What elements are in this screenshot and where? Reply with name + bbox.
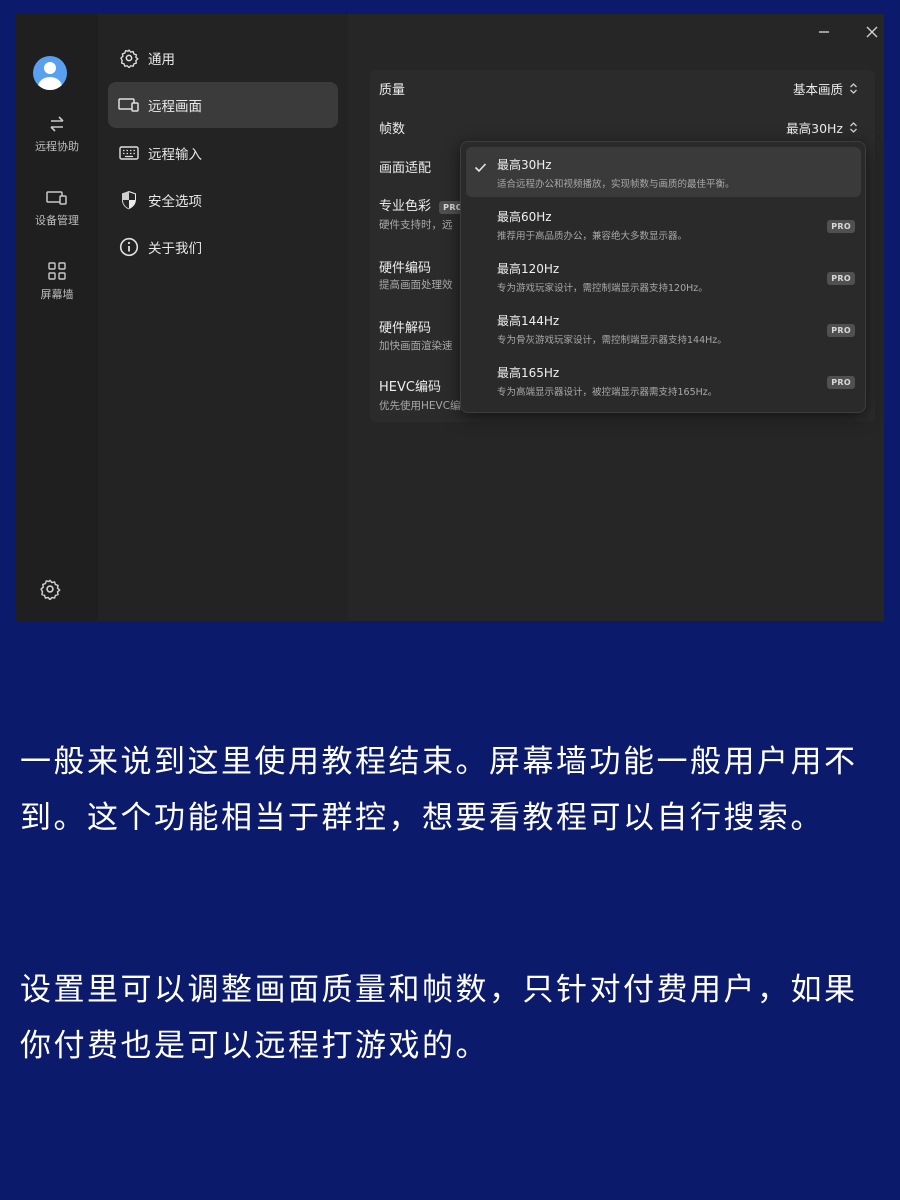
rail-item-screen-wall[interactable]: 屏幕墙 <box>16 262 98 302</box>
option-title: 最高30Hz <box>497 158 552 172</box>
chevron-updown-icon <box>850 83 857 94</box>
hw-decode-label: 硬件解码 <box>379 321 432 336</box>
chevron-updown-icon <box>850 122 857 133</box>
fps-option-30hz[interactable]: 最高30Hz 适合远程办公和视频播放，实现帧数与画质的最佳平衡。 <box>466 147 861 197</box>
avatar-head <box>44 62 56 74</box>
fps-option-120hz[interactable]: 最高120Hz 专为游戏玩家设计，需控制端显示器支持120Hz。 PRO <box>466 251 861 301</box>
option-desc: 专为游戏玩家设计，需控制端显示器支持120Hz。 <box>497 283 708 294</box>
fps-option-165hz[interactable]: 最高165Hz 专为高端显示器设计，被控端显示器需支持165Hz。 PRO <box>466 355 861 405</box>
app-window: 远程协助 设备管理 屏幕墙 通用 远程画面 远程输入 安全选项 关于我们 质量 … <box>16 14 884 621</box>
pro-badge: PRO <box>827 376 855 389</box>
hevc-label: HEVC编码 <box>379 380 441 395</box>
fps-select[interactable]: 最高30Hz <box>786 118 858 137</box>
quality-label: 质量 <box>379 83 406 98</box>
option-desc: 推荐用于高品质办公，兼容绝大多数显示器。 <box>497 231 688 242</box>
fps-label: 帧数 <box>379 122 406 137</box>
pro-badge: PRO <box>827 324 855 337</box>
settings-nav: 通用 远程画面 远程输入 安全选项 关于我们 <box>98 14 348 621</box>
fps-option-144hz[interactable]: 最高144Hz 专为骨灰游戏玩家设计，需控制端显示器支持144Hz。 PRO <box>466 303 861 353</box>
hevc-desc: 优先使用HEVC编 <box>379 400 461 412</box>
option-title: 最高120Hz <box>497 262 560 276</box>
quality-value: 基本画质 <box>792 82 843 97</box>
caption-paragraph-1: 一般来说到这里使用教程结束。屏幕墙功能一般用户用不到。这个功能相当于群控，想要看… <box>20 744 858 836</box>
devices-icon <box>46 191 67 205</box>
rail-item-device-manage[interactable]: 设备管理 <box>16 190 98 228</box>
gear-icon <box>118 47 140 69</box>
devices-icon <box>118 94 140 116</box>
fps-value: 最高30Hz <box>786 121 843 136</box>
side-rail: 远程协助 设备管理 屏幕墙 <box>16 14 98 621</box>
grid-icon <box>48 262 66 280</box>
pro-badge: PRO <box>827 272 855 285</box>
shield-icon <box>118 189 140 211</box>
quality-select[interactable]: 基本画质 <box>793 79 858 98</box>
nav-item-about[interactable]: 关于我们 <box>108 224 338 270</box>
nav-item-remote-screen[interactable]: 远程画面 <box>108 82 338 128</box>
option-title: 最高165Hz <box>497 366 560 380</box>
nav-item-remote-input[interactable]: 远程输入 <box>108 130 338 176</box>
nav-item-general[interactable]: 通用 <box>108 35 338 81</box>
info-icon <box>118 236 140 258</box>
option-desc: 专为骨灰游戏玩家设计，需控制端显示器支持144Hz。 <box>497 335 727 346</box>
pro-color-label: 专业色彩 PRO <box>379 195 467 214</box>
pro-badge: PRO <box>827 220 855 233</box>
rail-item-label: 屏幕墙 <box>40 288 74 301</box>
pro-color-text: 专业色彩 <box>379 199 432 214</box>
hw-decode-desc: 加快画面渲染速 <box>379 340 453 352</box>
hw-encode-desc: 提高画面处理效 <box>379 279 453 291</box>
option-desc: 适合远程办公和视频播放，实现帧数与画质的最佳平衡。 <box>497 179 735 190</box>
rail-item-remote-assist[interactable]: 远程协助 <box>16 116 98 154</box>
nav-item-security[interactable]: 安全选项 <box>108 177 338 223</box>
nav-item-label: 通用 <box>148 52 175 68</box>
fps-option-60hz[interactable]: 最高60Hz 推荐用于高品质办公，兼容绝大多数显示器。 PRO <box>466 199 861 249</box>
keyboard-icon <box>118 142 140 164</box>
check-icon <box>474 163 487 173</box>
rail-item-label: 设备管理 <box>35 214 79 227</box>
nav-item-label: 关于我们 <box>148 241 202 257</box>
fps-dropdown-menu: 最高30Hz 适合远程办公和视频播放，实现帧数与画质的最佳平衡。 最高60Hz … <box>460 141 866 413</box>
avatar-body <box>38 77 62 90</box>
pro-color-desc: 硬件支持时，远 <box>379 219 453 231</box>
option-desc: 专为高端显示器设计，被控端显示器需支持165Hz。 <box>497 387 718 398</box>
nav-item-label: 远程输入 <box>148 147 202 163</box>
nav-item-label: 远程画面 <box>148 99 202 115</box>
option-title: 最高60Hz <box>497 210 552 224</box>
nav-item-label: 安全选项 <box>148 194 202 210</box>
minimize-icon[interactable] <box>816 24 832 40</box>
option-title: 最高144Hz <box>497 314 560 328</box>
fit-label: 画面适配 <box>379 161 432 176</box>
settings-gear-icon[interactable] <box>39 578 61 600</box>
swap-arrows-icon <box>50 116 64 132</box>
settings-content: 质量 基本画质 帧数 最高30Hz 画面适配 专业色彩 PRO 硬件支持时，远 … <box>348 14 884 621</box>
rail-item-label: 远程协助 <box>35 140 79 153</box>
caption-paragraph-2: 设置里可以调整画面质量和帧数，只针对付费用户，如果你付费也是可以远程打游戏的。 <box>20 972 858 1064</box>
close-icon[interactable] <box>864 24 880 40</box>
hw-encode-label: 硬件编码 <box>379 261 432 276</box>
avatar[interactable] <box>33 56 67 90</box>
